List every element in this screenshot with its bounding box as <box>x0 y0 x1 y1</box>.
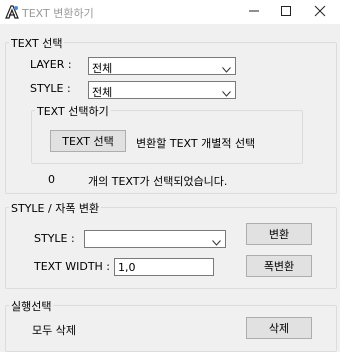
style-change-dropdown[interactable] <box>84 230 226 248</box>
style-change-legend: STYLE / 자폭 변환 <box>9 200 102 216</box>
selected-count: 0 <box>48 173 55 186</box>
chevron-down-icon <box>222 87 231 97</box>
text-select-sub-legend: TEXT 선택하기 <box>35 103 111 119</box>
layer-label: LAYER : <box>30 58 72 71</box>
text-select-legend: TEXT 선택 <box>9 35 65 51</box>
text-width-value: 1,0 <box>118 261 136 274</box>
text-width-label: TEXT WIDTH : <box>34 260 111 273</box>
style-value: 전체 <box>92 86 113 99</box>
width-convert-button[interactable]: 폭변환 <box>246 255 312 277</box>
text-select-button[interactable]: TEXT 선택 <box>50 130 126 152</box>
convert-button[interactable]: 변환 <box>246 223 312 245</box>
style-change-label: STYLE : <box>34 232 75 245</box>
style-dropdown[interactable]: 전체 <box>88 81 236 99</box>
text-width-input[interactable]: 1,0 <box>114 258 214 276</box>
style-label: STYLE : <box>30 82 71 95</box>
minimize-icon[interactable] <box>244 2 264 20</box>
maximize-icon[interactable] <box>276 2 296 20</box>
chevron-down-icon <box>212 236 221 246</box>
layer-value: 전체 <box>92 62 113 75</box>
chevron-down-icon <box>222 63 231 73</box>
window-title: TEXT 변환하기 <box>22 7 94 20</box>
close-icon[interactable] <box>310 2 330 20</box>
select-hint: 변환할 TEXT 개별적 선택 <box>136 137 256 150</box>
delete-all-label: 모두 삭제 <box>32 324 76 337</box>
app-logo-icon <box>4 4 20 20</box>
execute-legend: 실행선택 <box>9 298 54 314</box>
title-bar: TEXT 변환하기 <box>0 0 340 24</box>
layer-dropdown[interactable]: 전체 <box>88 57 236 75</box>
selected-count-text: 개의 TEXT가 선택되었습니다. <box>88 175 228 188</box>
delete-button[interactable]: 삭제 <box>246 317 312 339</box>
